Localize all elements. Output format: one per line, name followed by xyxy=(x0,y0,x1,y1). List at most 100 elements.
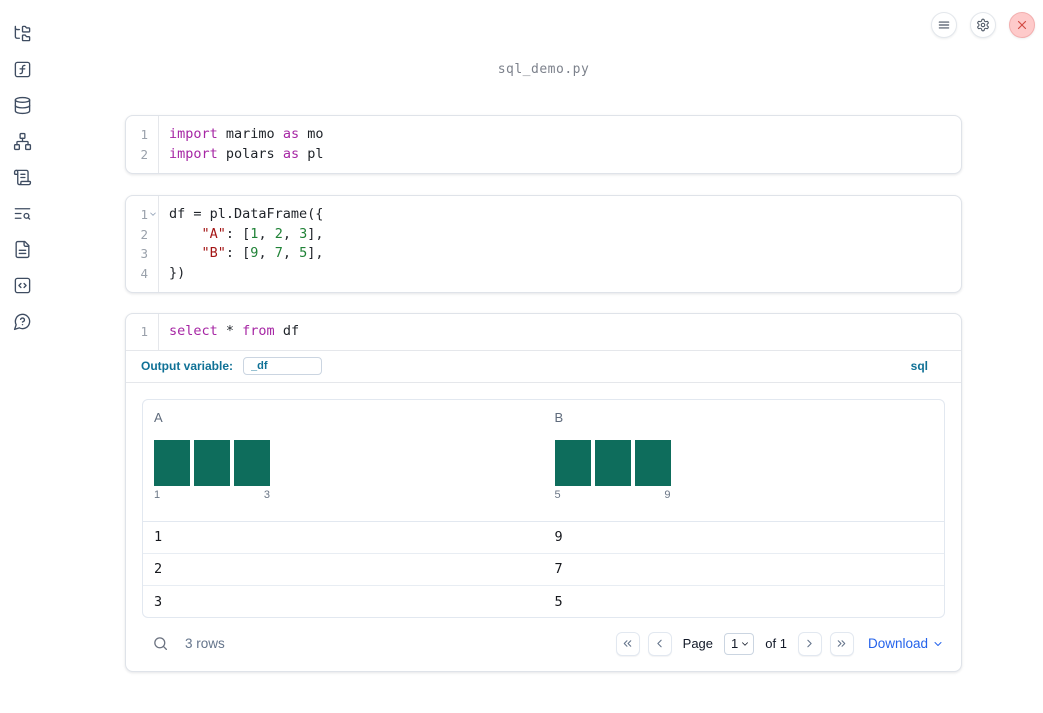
cell-output: A13B59 192735 3 rows Page 1 of 1 Downloa… xyxy=(126,383,961,671)
line-number: 1 xyxy=(126,205,158,225)
code-line[interactable]: "A": [1, 2, 3], xyxy=(169,225,961,245)
shutdown-button[interactable] xyxy=(1009,12,1035,38)
code-editor: 12 3 4 df = pl.DataFrame({ "A": [1, 2, 3],… xyxy=(126,196,961,292)
line-number-gutter: 1 xyxy=(126,314,159,350)
sql-editor: 1 select * from df xyxy=(126,314,961,351)
line-number: 3 xyxy=(140,246,148,261)
code-line[interactable]: "B": [9, 7, 5], xyxy=(169,244,961,264)
page-select[interactable]: 1 xyxy=(724,632,755,655)
row-count: 3 rows xyxy=(185,636,225,651)
column-histogram: 59 xyxy=(554,439,671,501)
table-cell: 2 xyxy=(154,561,163,578)
notebook-menu-button[interactable] xyxy=(931,12,957,38)
code-area: df = pl.DataFrame({ "A": [1, 2, 3], "B":… xyxy=(159,196,961,292)
line-number: 1 xyxy=(140,324,148,339)
table-cell: 5 xyxy=(554,594,563,611)
file-text-icon xyxy=(14,240,30,258)
code-editor: 12 import marimo as mo import polars as p… xyxy=(126,116,961,173)
column-label: A xyxy=(154,409,163,425)
code-area: import marimo as mo import polars as pl xyxy=(159,116,961,173)
code-cell-imports: 12 import marimo as mo import polars as p… xyxy=(125,115,962,174)
table-cell: 9 xyxy=(554,529,563,546)
settings-button[interactable] xyxy=(970,12,996,38)
sidebar-item-file-explorer[interactable] xyxy=(12,23,32,43)
next-page-button[interactable] xyxy=(797,631,822,656)
line-number: 4 xyxy=(140,265,148,281)
chevrons-left-icon xyxy=(623,640,632,647)
line-number: 2 xyxy=(140,226,148,242)
table-footer: 3 rows Page 1 of 1 Download xyxy=(142,626,945,662)
chevrons-right-icon xyxy=(838,640,846,647)
download-label: Download xyxy=(867,636,928,651)
code-line[interactable]: import polars as pl xyxy=(169,145,961,165)
sidebar-item-logs[interactable] xyxy=(12,203,32,223)
first-page-button[interactable] xyxy=(615,631,640,656)
code-area: select * from df xyxy=(159,314,961,350)
function-square-icon xyxy=(14,61,30,77)
line-number: 1 xyxy=(140,127,148,142)
language-badge-sql[interactable]: sql xyxy=(911,359,928,373)
notebook-content: sql_demo.py 12 import marimo as mo import… xyxy=(44,0,1043,713)
line-number-gutter: 12 xyxy=(126,116,159,173)
previous-page-button[interactable] xyxy=(647,631,672,656)
table-row[interactable]: 27 xyxy=(143,554,944,587)
close-x-icon xyxy=(1017,20,1027,30)
sidebar-item-outline[interactable] xyxy=(12,167,32,187)
column-histogram: 13 xyxy=(154,439,270,501)
chat-question-icon xyxy=(13,313,30,330)
sidebar-item-snippets[interactable] xyxy=(12,275,32,295)
table-search-button[interactable] xyxy=(152,635,169,652)
table-cell: 3 xyxy=(154,594,163,611)
page-total-label: of 1 xyxy=(765,636,787,651)
histogram-bar xyxy=(594,439,631,486)
code-line[interactable]: import marimo as mo xyxy=(169,125,961,145)
network-graph-icon xyxy=(13,132,31,150)
column-header-b[interactable]: B 59 xyxy=(544,400,945,521)
marimo-notebook-app: sql_demo.py 12 import marimo as mo import… xyxy=(0,0,1043,713)
sidebar-item-help[interactable] xyxy=(12,311,32,331)
table-row[interactable]: 19 xyxy=(143,522,944,554)
histogram-axis: 13 xyxy=(154,488,270,501)
last-page-button[interactable] xyxy=(829,631,854,656)
code-line[interactable]: }) xyxy=(169,264,961,284)
code-cell-dataframe: 12 3 4 df = pl.DataFrame({ "A": [1, 2, 3],… xyxy=(125,195,962,293)
chevron-left-icon xyxy=(657,639,662,648)
window-actions xyxy=(931,12,1035,38)
sidebar-item-dependencies[interactable] xyxy=(12,131,32,151)
hamburger-icon xyxy=(938,21,950,29)
histogram-bar xyxy=(154,439,190,486)
fold-caret-icon[interactable] xyxy=(149,210,157,218)
search-icon xyxy=(154,637,168,651)
chevron-down-icon xyxy=(934,641,942,646)
output-variable-label: Output variable: xyxy=(141,359,234,373)
gear-icon xyxy=(977,18,989,32)
column-label: B xyxy=(554,409,564,425)
histogram-bar xyxy=(234,439,270,486)
page-select-value: 1 xyxy=(731,636,739,651)
notebook-filename: sql_demo.py xyxy=(497,62,590,77)
dataframe-table: A13B59 192735 xyxy=(142,398,945,618)
code-square-icon xyxy=(14,277,30,293)
code-line[interactable]: df = pl.DataFrame({ xyxy=(169,205,961,225)
line-number: 2 xyxy=(140,146,148,162)
histogram-bar xyxy=(554,439,591,486)
sidebar-item-documentation[interactable] xyxy=(12,239,32,259)
table-row[interactable]: 35 xyxy=(143,586,944,616)
database-icon xyxy=(14,96,30,114)
sidebar-item-variables[interactable] xyxy=(12,59,32,79)
page-label: Page xyxy=(682,636,714,651)
histogram-bar xyxy=(194,439,230,486)
table-header-row: A 13 B 59 xyxy=(143,400,944,522)
sidebar-item-data-sources[interactable] xyxy=(12,95,32,115)
file-tree-icon xyxy=(14,25,30,41)
code-line[interactable]: select * from df xyxy=(169,322,961,342)
pagination: Page 1 of 1 xyxy=(615,631,854,656)
histogram-bar xyxy=(634,439,671,486)
download-button[interactable]: Download xyxy=(868,636,944,651)
scroll-icon xyxy=(13,169,31,185)
table-cell: 7 xyxy=(554,561,563,578)
output-variable-input[interactable] xyxy=(243,357,323,375)
chevron-down-icon xyxy=(742,641,749,646)
column-header-a[interactable]: A 13 xyxy=(143,400,544,521)
chevron-right-icon xyxy=(807,639,813,648)
